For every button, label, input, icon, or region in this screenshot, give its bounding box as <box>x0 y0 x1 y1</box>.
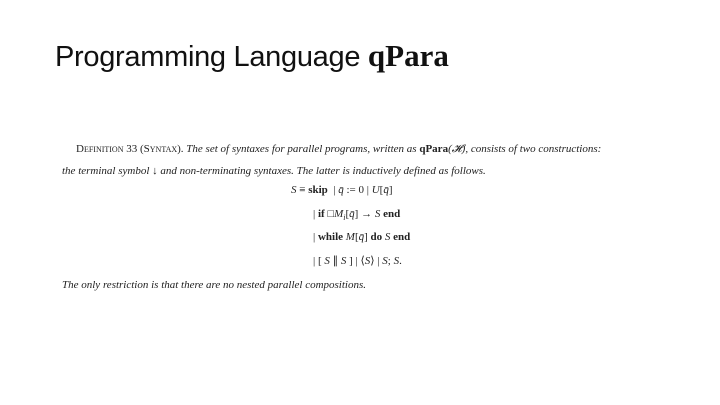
slide-title-prefix: Programming Language <box>55 41 368 73</box>
language-name: qPara <box>419 143 449 155</box>
grammar-row-4: | [ S ∥ S ] | ⟨S⟩ | S; S. <box>313 255 402 267</box>
grammar-row-2: | if □Mi[q̄] → S end <box>313 208 401 223</box>
definition-line-1: Definition 33 (Syntax). The set of synta… <box>62 138 662 160</box>
definition-line-2: the terminal symbol ↓ and non-terminatin… <box>62 165 486 177</box>
grammar-row-3: | while M[q̄] do S end <box>313 231 411 243</box>
definition-line-1-tail: , consists of two constructions: <box>465 143 602 155</box>
definition-excerpt: Definition 33 (Syntax). The set of synta… <box>62 138 662 182</box>
language-argument: (𝓗) <box>448 143 466 155</box>
slide-title: Programming Language qPara <box>55 38 449 74</box>
grammar-row-1: S ≡ skip | q̄ := 0 | U[q̄] <box>291 184 393 196</box>
slide-title-language: qPara <box>367 38 449 73</box>
definition-line-1-text: The set of syntaxes for parallel program… <box>186 143 417 155</box>
closing-remark: The only restriction is that there are n… <box>62 279 366 291</box>
definition-label: Definition 33 (Syntax). <box>76 143 184 155</box>
